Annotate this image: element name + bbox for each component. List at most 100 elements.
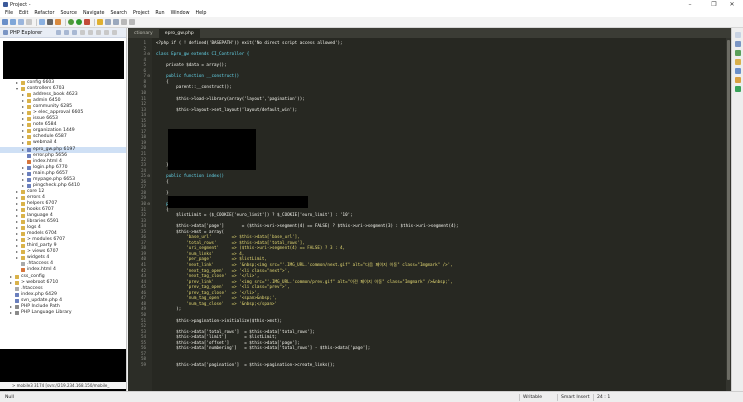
print-icon[interactable] (26, 19, 32, 25)
menu-refactor[interactable]: Refactor (31, 11, 57, 16)
code-line[interactable]: 'uri_segment' => ($this->uri->segment(4)… (156, 245, 345, 250)
line-number: 42 (140, 267, 146, 273)
back-icon[interactable] (121, 19, 127, 25)
code-line[interactable]: $this->mst = array( (156, 229, 224, 234)
save-icon[interactable] (10, 19, 16, 25)
search-view-icon[interactable] (735, 59, 741, 65)
back-nav-icon[interactable] (56, 30, 62, 35)
tree-expand-icon[interactable]: ▸ (10, 310, 14, 316)
code-line[interactable]: { (156, 79, 169, 84)
menu-navigate[interactable]: Navigate (80, 11, 108, 16)
code-line[interactable]: class Epro_gw extends CI_Controller { (156, 51, 249, 56)
line-number: 27 (140, 184, 146, 190)
code-area[interactable]: 1 <?php if ( ! defined('BASEPATH')) exit(… (128, 38, 731, 391)
line-number: 40 (140, 256, 146, 262)
fold-toggle-icon[interactable]: ⊖ (147, 73, 150, 78)
code-line[interactable]: { (156, 207, 169, 212)
fold-toggle-icon[interactable]: ⊖ (147, 173, 150, 178)
collapse-all-icon[interactable] (80, 30, 86, 35)
code-line[interactable]: $this->data['limit'] = $listLimit; (156, 334, 277, 339)
debug-icon[interactable] (68, 19, 74, 25)
code-line[interactable]: public function index() (156, 173, 224, 178)
run-icon[interactable] (76, 19, 82, 25)
code-line[interactable]: $this->layout->set_layout('layout/defaul… (156, 107, 297, 112)
outline-icon[interactable] (735, 41, 741, 47)
svn-icon[interactable] (735, 86, 741, 92)
menu-edit[interactable]: Edit (16, 11, 31, 16)
code-line[interactable]: $this->data['offset'] = $this->data['pag… (156, 340, 300, 345)
line-number: 22 (140, 156, 146, 162)
code-line[interactable]: 'num_tag_close' => '&nbsp;</span>' (156, 301, 277, 306)
problems-icon[interactable] (735, 77, 741, 83)
menu-search[interactable]: Search (107, 11, 129, 16)
prev-annotation-icon[interactable] (113, 19, 119, 25)
code-line[interactable]: <?php if ( ! defined('BASEPATH')) exit('… (156, 40, 343, 45)
up-nav-icon[interactable] (72, 30, 78, 35)
menu-project[interactable]: Project (130, 11, 152, 16)
code-line[interactable]: } (156, 190, 169, 195)
code-line[interactable]: $this->data['pagination'] = $this->pagin… (156, 362, 335, 367)
code-line[interactable]: { (156, 179, 169, 184)
line-number: 1 (143, 40, 146, 45)
code-line[interactable]: $listLimit = ($_COOKIE['euro_limit']) ? … (156, 212, 353, 217)
code-line[interactable]: $this->pagination->initialize($this->mst… (156, 318, 282, 323)
view-menu-icon[interactable] (96, 30, 102, 35)
code-line[interactable]: } (156, 162, 169, 167)
task-icon[interactable] (55, 19, 61, 25)
fold-toggle-icon[interactable]: ⊖ (147, 51, 150, 56)
code-line[interactable]: $this->data['page'] = ($this->uri->segme… (156, 223, 458, 228)
fold-toggle-icon[interactable]: ⊖ (147, 201, 150, 206)
tab-epro-gw-php[interactable]: epro_gw.php (158, 29, 200, 38)
code-line[interactable]: 'total_rows' => $this->data['total_rows'… (156, 240, 305, 245)
folder-icon (27, 105, 31, 110)
code-line[interactable]: parent::__construct(); (156, 84, 231, 89)
tab-dictionary[interactable]: ctionary (128, 29, 159, 38)
close-button[interactable]: ✕ (721, 0, 743, 9)
code-line[interactable]: 'per_page' => $listLimit, (156, 256, 267, 261)
code-line[interactable]: public function __construct() (156, 73, 239, 78)
search-icon[interactable] (97, 19, 103, 25)
svn-project-row[interactable]: > mobile3 3174 [svn://219.234.168.150/mo… (0, 382, 126, 389)
code-line[interactable]: $this->data['numbering'] = $this->data['… (156, 345, 370, 350)
tree-item[interactable]: ▸ PHP Language Library (0, 310, 126, 316)
folder-icon (15, 280, 19, 285)
external-tools-icon[interactable] (84, 19, 90, 25)
menu-help[interactable]: Help (193, 11, 210, 16)
line-number: 7 (143, 73, 146, 79)
tasks-icon[interactable] (735, 50, 741, 56)
maximize-view-icon[interactable] (112, 30, 118, 35)
code-line[interactable]: 'prev_tag_close' => '</li>', (156, 290, 259, 295)
code-line[interactable]: private $data = array(); (156, 62, 227, 67)
menu-window[interactable]: Window (168, 11, 193, 16)
console-icon[interactable] (735, 68, 741, 74)
forward-nav-icon[interactable] (64, 30, 70, 35)
line-number: 34 (140, 223, 146, 229)
forward-icon[interactable] (129, 19, 135, 25)
code-line[interactable]: 'base_url' => $this->data['base_url'], (156, 234, 299, 239)
minimize-button[interactable]: – (679, 0, 701, 9)
minimize-view-icon[interactable] (104, 30, 110, 35)
line-number: 58 (140, 356, 146, 362)
menu-file[interactable]: File (2, 11, 16, 16)
line-number: 29 (140, 195, 146, 201)
line-number: 26 (140, 178, 146, 184)
next-annotation-icon[interactable] (105, 19, 111, 25)
new-icon[interactable] (2, 19, 8, 25)
code-line[interactable]: $this->load->library(array('layout','pag… (156, 96, 305, 101)
menu-source[interactable]: Source (57, 11, 79, 16)
link-editor-icon[interactable] (88, 30, 94, 35)
code-line[interactable]: 'next_tag_close' => '</li>', (156, 273, 259, 278)
code-line[interactable]: 'next_tag_open' => '<li class="next">', (156, 268, 289, 273)
restore-icon[interactable] (735, 32, 741, 38)
terminal-icon[interactable] (47, 19, 53, 25)
menu-run[interactable]: Run (152, 11, 167, 16)
save-all-icon[interactable] (18, 19, 24, 25)
code-line[interactable]: $this->data['total_rows'] = $this->data[… (156, 329, 315, 334)
php-explorer-tab[interactable]: PHP Explorer (10, 30, 42, 36)
scrollbar-thumb[interactable] (727, 40, 730, 380)
open-type-icon[interactable] (39, 19, 45, 25)
code-line[interactable]: 'num_links' => 4, (156, 251, 244, 256)
code-line[interactable]: 'num_tag_open' => '<span>&nbsp;', (156, 295, 277, 300)
code-line[interactable]: ); (156, 306, 181, 311)
code-line[interactable]: 'prev_tag_open' => '<li class="prev">', (156, 284, 289, 289)
